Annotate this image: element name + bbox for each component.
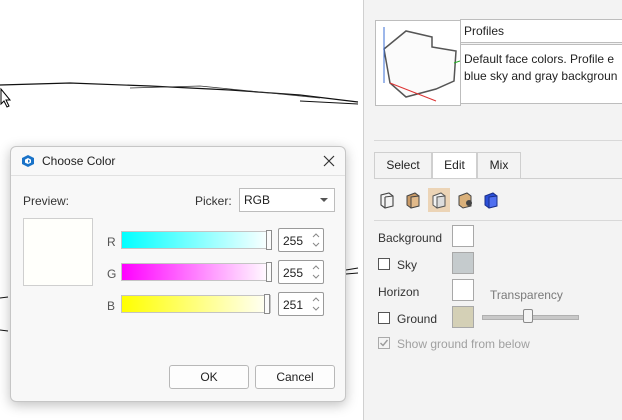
green-value: 255	[283, 266, 304, 280]
green-slider-thumb[interactable]	[266, 262, 272, 282]
red-channel-label: R	[107, 235, 116, 249]
divider	[374, 220, 622, 221]
blue-channel-label: B	[107, 299, 116, 313]
show-ground-label: Show ground from below	[397, 337, 530, 351]
style-preview-icon	[383, 27, 461, 102]
tab-underline	[374, 178, 622, 179]
checkmark-icon	[380, 339, 389, 347]
ok-button[interactable]: OK	[169, 365, 249, 389]
green-channel-slider[interactable]	[121, 263, 271, 281]
color-preview-box	[23, 218, 93, 286]
red-slider-thumb[interactable]	[266, 230, 272, 250]
show-ground-checkbox[interactable]	[378, 337, 390, 349]
red-value-spinbox[interactable]: 255	[278, 228, 324, 252]
face-settings-icon[interactable]	[402, 188, 424, 212]
background-color-swatch[interactable]	[452, 225, 474, 247]
background-label: Background	[378, 231, 443, 245]
ground-color-swatch[interactable]	[452, 306, 474, 328]
style-description-field[interactable]: Default face colors. Profile e blue sky …	[460, 44, 622, 104]
close-icon[interactable]	[322, 154, 336, 168]
choose-color-dialog: Choose Color Preview: Picker: RGB R 255 …	[10, 146, 346, 402]
tab-mix[interactable]: Mix	[477, 152, 521, 178]
background-settings-icon[interactable]	[428, 188, 450, 212]
style-name-field[interactable]: Profiles	[460, 19, 622, 43]
sky-color-swatch[interactable]	[452, 252, 474, 274]
title-divider	[11, 175, 345, 176]
dialog-title: Choose Color	[42, 154, 116, 168]
picker-select[interactable]: RGB	[239, 188, 335, 212]
horizon-color-swatch[interactable]	[452, 279, 474, 301]
style-description-line: Default face colors. Profile e	[464, 52, 615, 66]
transparency-slider-thumb[interactable]	[523, 309, 533, 323]
sky-label: Sky	[397, 258, 418, 272]
green-value-spinbox[interactable]: 255	[278, 260, 324, 284]
blue-channel-slider[interactable]	[121, 295, 271, 313]
blue-value: 251	[283, 298, 304, 312]
sky-checkbox[interactable]	[378, 258, 390, 270]
sketchup-app-icon	[21, 154, 35, 168]
cancel-button[interactable]: Cancel	[255, 365, 335, 389]
picker-select-value: RGB	[244, 193, 271, 207]
picker-label: Picker:	[195, 194, 232, 208]
tab-select[interactable]: Select	[374, 152, 432, 178]
spin-arrows-icon[interactable]	[311, 295, 321, 313]
spin-arrows-icon[interactable]	[311, 263, 321, 281]
divider	[374, 140, 622, 141]
transparency-label: Transparency	[490, 288, 563, 302]
preview-label: Preview:	[23, 194, 70, 208]
blue-value-spinbox[interactable]: 251	[278, 292, 324, 316]
tab-edit[interactable]: Edit	[432, 152, 477, 179]
horizon-label: Horizon	[378, 285, 420, 299]
ground-label: Ground	[397, 312, 438, 326]
styles-panel: Profiles Default face colors. Profile e …	[363, 0, 622, 420]
style-description-line: blue sky and gray backgroun	[464, 69, 618, 83]
mouse-cursor-icon	[0, 87, 12, 108]
style-thumbnail[interactable]	[375, 20, 461, 106]
red-channel-slider[interactable]	[121, 231, 271, 249]
spin-arrows-icon[interactable]	[311, 231, 321, 249]
watermark-settings-icon[interactable]	[454, 188, 476, 212]
edge-settings-icon[interactable]	[376, 188, 398, 212]
red-value: 255	[283, 234, 304, 248]
green-channel-label: G	[107, 267, 117, 281]
modeling-settings-icon[interactable]	[480, 188, 502, 212]
ground-checkbox[interactable]	[378, 312, 390, 324]
chevron-down-icon	[320, 198, 328, 202]
blue-slider-thumb[interactable]	[264, 294, 270, 314]
